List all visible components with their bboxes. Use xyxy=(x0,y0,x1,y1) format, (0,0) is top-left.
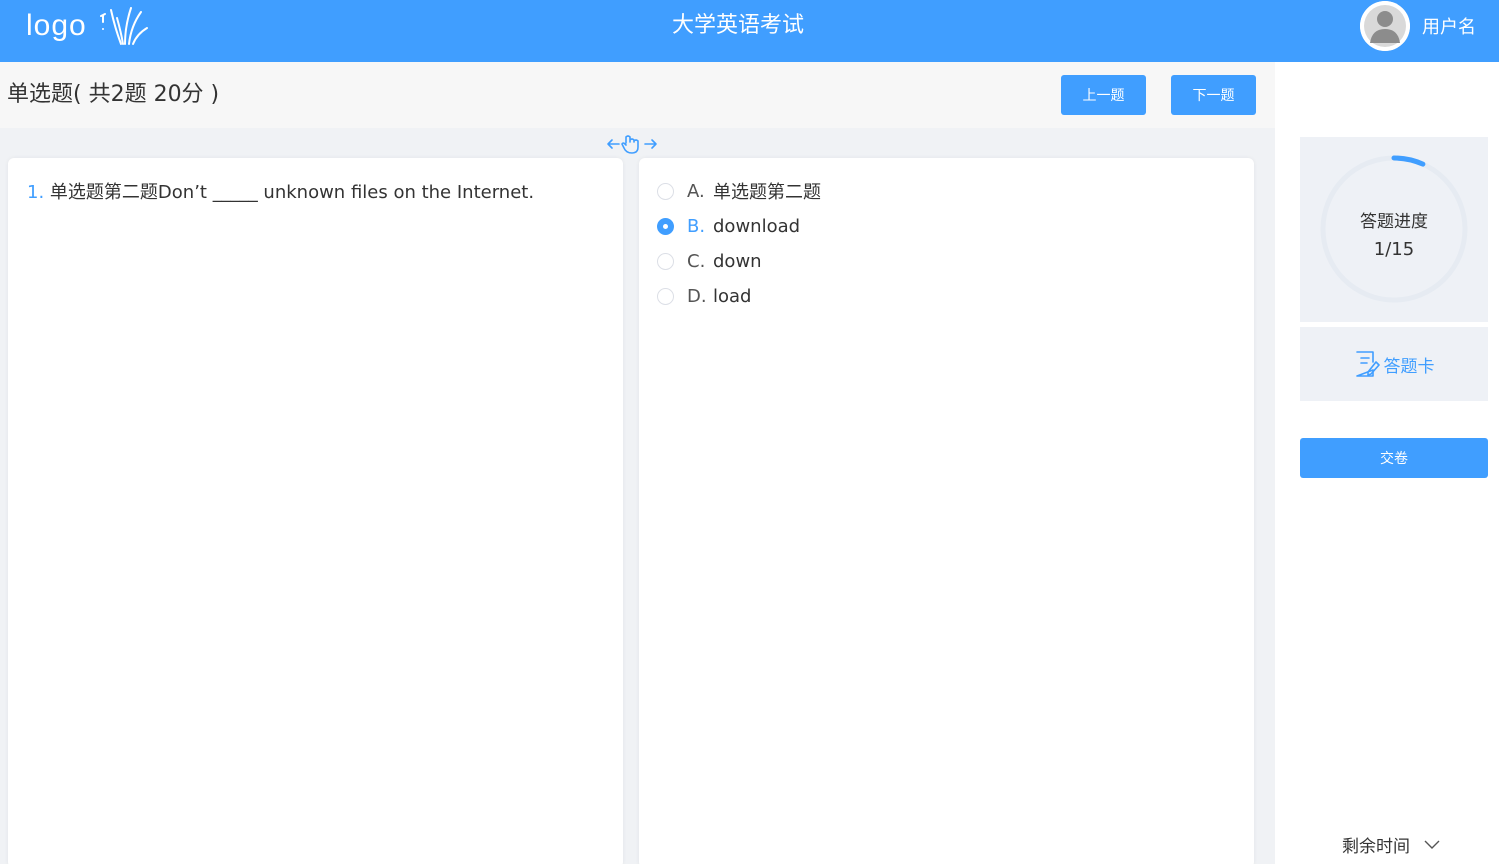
option-text: down xyxy=(713,250,762,272)
remaining-time-label: 剩余时间 xyxy=(1342,837,1410,857)
radio-d[interactable] xyxy=(657,287,674,305)
question-stem: 1. 单选题第二题Don’t _____ unknown files on th… xyxy=(27,178,534,204)
drag-hand-icon[interactable] xyxy=(606,133,658,155)
option-letter: B. xyxy=(687,215,706,237)
answer-card-label: 答题卡 xyxy=(1383,356,1435,377)
option-text: 单选题第二题 xyxy=(713,182,821,203)
question-text: 单选题第二题Don’t _____ unknown files on the I… xyxy=(49,182,535,203)
radio-a[interactable] xyxy=(657,182,674,200)
submit-exam-button[interactable]: 交卷 xyxy=(1300,438,1488,478)
user-menu[interactable]: 用户名 xyxy=(1360,0,1476,52)
option-letter: A. xyxy=(687,180,705,202)
answer-card-button[interactable]: 答题卡 xyxy=(1300,327,1488,401)
progress-value: 1/15 xyxy=(1373,239,1415,260)
question-type-bar: 单选题( 共2题 20分 ) 上一题 下一题 xyxy=(0,62,1275,128)
exam-title: 大学英语考试 xyxy=(671,13,804,38)
top-header: logo 大学英语考试 用户名 xyxy=(0,0,1499,62)
options-panel: A. 单选题第二题 B. download C. down D. load xyxy=(639,158,1254,864)
exam-sidebar: 答题进度 1/15 答题卡 交卷 剩余时间 xyxy=(1275,62,1499,864)
next-question-button[interactable]: 下一题 xyxy=(1171,75,1256,115)
prev-question-button[interactable]: 上一题 xyxy=(1061,75,1146,115)
question-number: 1. xyxy=(27,182,45,203)
radio-c[interactable] xyxy=(657,252,674,270)
question-panel: 1. 单选题第二题Don’t _____ unknown files on th… xyxy=(8,158,623,864)
answer-card-icon xyxy=(1355,351,1380,377)
option-letter: C. xyxy=(687,250,706,272)
question-type-title: 单选题( 共2题 20分 ) xyxy=(7,82,220,107)
chevron-down-icon xyxy=(1424,840,1440,849)
radio-b[interactable] xyxy=(657,217,674,235)
option-c[interactable]: C. down xyxy=(657,249,762,273)
avatar-icon[interactable] xyxy=(1360,1,1410,51)
progress-label: 答题进度 xyxy=(1360,212,1428,232)
option-b[interactable]: B. download xyxy=(657,214,800,238)
option-letter: D. xyxy=(687,285,707,307)
remaining-time-toggle[interactable]: 剩余时间 xyxy=(1342,832,1440,857)
option-text: load xyxy=(713,285,752,307)
option-text: download xyxy=(713,215,801,237)
option-d[interactable]: D. load xyxy=(657,284,751,308)
option-a[interactable]: A. 单选题第二题 xyxy=(657,179,821,203)
progress-card: 答题进度 1/15 xyxy=(1300,137,1488,322)
username[interactable]: 用户名 xyxy=(1422,13,1476,39)
